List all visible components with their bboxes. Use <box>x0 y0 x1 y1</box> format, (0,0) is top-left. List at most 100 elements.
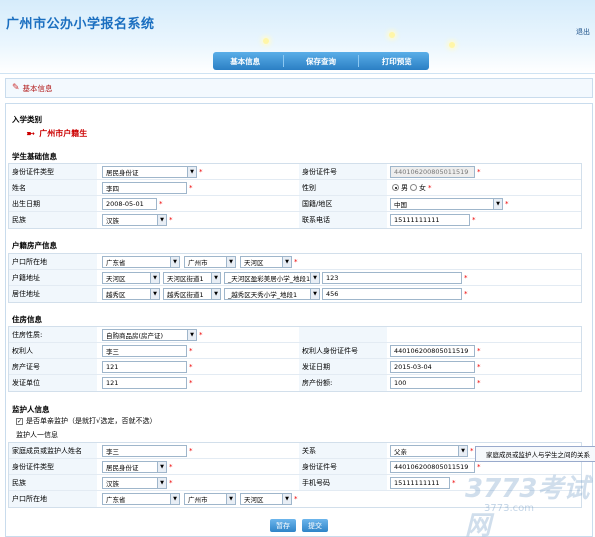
section-header: ✎ 基本信息 <box>5 78 593 98</box>
watermark-url: 3773.com <box>484 503 534 514</box>
hukou-loc-label: 户口所在地 <box>9 254 97 269</box>
guardian-district-select[interactable]: 天河区 ▼ <box>240 493 292 505</box>
guardian-province-select[interactable]: 广东省 ▼ <box>102 493 180 505</box>
share-field[interactable]: 100 <box>390 377 475 389</box>
mobile-field[interactable]: 15111111111 <box>390 476 450 489</box>
submit-button[interactable]: 提交 <box>302 519 328 532</box>
guardian-id-no-field[interactable]: 440106200805011519 <box>390 460 475 473</box>
guardian-name-label: 家庭成员或监护人姓名 <box>9 443 97 458</box>
addr-district-select[interactable]: 天河区 ▼ <box>102 271 160 284</box>
chevron-down-icon: ▼ <box>211 272 220 283</box>
id-type-select[interactable]: 居民身份证 ▼ <box>102 165 197 178</box>
required-mark: * <box>505 199 509 208</box>
required-mark: * <box>470 446 474 455</box>
name-field[interactable]: 李四 <box>102 181 187 194</box>
app-title: 广州市公办小学报名系统 <box>6 17 155 32</box>
relation-select[interactable]: 父亲 ▼ <box>390 444 468 457</box>
required-mark: * <box>452 478 456 487</box>
arrow-icon: ➼ <box>26 126 36 140</box>
district-select[interactable]: 天河区 ▼ <box>240 255 292 268</box>
required-mark: * <box>199 167 203 176</box>
required-mark: * <box>189 446 193 455</box>
main-nav: 基本信息 保存查询 打印预览 <box>213 52 429 70</box>
chevron-down-icon: ▼ <box>282 256 291 267</box>
nature-select[interactable]: 自购商品房(房产证) ▼ <box>102 328 197 341</box>
dob-field[interactable]: 2008-05-01 <box>102 197 157 210</box>
guardian-ethnic-label: 民族 <box>9 475 97 490</box>
res-no-field[interactable]: 456 <box>322 288 462 300</box>
gender-female-radio[interactable] <box>410 184 417 191</box>
city-select[interactable]: 广州市 ▼ <box>184 255 236 268</box>
guardian-ethnic-select[interactable]: 汉族 ▼ <box>102 476 167 489</box>
required-mark: * <box>189 183 193 192</box>
required-mark: * <box>477 167 481 176</box>
required-mark: * <box>189 379 193 387</box>
required-mark: * <box>477 379 481 387</box>
section-title: 基本信息 <box>22 83 53 93</box>
tab-save-query[interactable]: 保存查询 <box>306 56 336 67</box>
guardian-hukou-label: 户口所在地 <box>9 491 97 507</box>
chevron-down-icon: ▼ <box>493 198 502 209</box>
owner-label: 权利人 <box>9 343 97 358</box>
gender-female-label: 女 <box>419 183 426 192</box>
chevron-down-icon: ▼ <box>170 256 179 267</box>
owner-field[interactable]: 李三 <box>102 344 187 357</box>
tab-basic-info[interactable]: 基本信息 <box>230 56 260 67</box>
addr-detail-select[interactable]: _天河区盈彩美居小学_地段1 ▼ <box>224 271 320 284</box>
chevron-down-icon: ▼ <box>187 329 196 340</box>
save-draft-button[interactable]: 暂存 <box>270 519 296 532</box>
chevron-down-icon: ▼ <box>226 256 235 267</box>
cert-field[interactable]: 121 <box>102 360 187 373</box>
owner-id-field[interactable]: 440106200805011519 <box>390 344 475 357</box>
household-group-title: 户籍房产信息 <box>12 241 57 250</box>
chevron-down-icon: ▼ <box>226 494 235 504</box>
tab-print-preview[interactable]: 打印预览 <box>382 56 412 67</box>
household-group: 户口所在地 广东省 ▼ 广州市 ▼ 天河区 ▼ * 户籍地址 天河区 ▼ 天河区街道1 ▼… <box>8 253 582 303</box>
hukou-addr-label: 户籍地址 <box>9 270 97 285</box>
single-parent-label: 是否单亲监护（是就打√选定，否就不选） <box>26 417 157 425</box>
required-mark: * <box>189 362 193 371</box>
phone-field[interactable]: 15111111111 <box>390 214 470 226</box>
nation-select[interactable]: 中国 ▼ <box>390 197 503 210</box>
student-group: 身份证件类型 居民身份证 ▼ * 身份证件号 440106200805011519 *… <box>8 163 582 229</box>
province-select[interactable]: 广东省 ▼ <box>102 255 180 268</box>
chevron-down-icon: ▼ <box>157 215 166 225</box>
chevron-down-icon: ▼ <box>157 477 166 488</box>
gender-male-label: 男 <box>401 183 408 192</box>
light-icon <box>449 42 455 48</box>
cert-label: 房产证号 <box>9 359 97 374</box>
relation-tooltip: 家庭成员或监护人与学生之间的关系 <box>475 446 595 462</box>
chevron-down-icon: ▼ <box>282 494 291 504</box>
addr-no-field[interactable]: 123 <box>322 271 462 284</box>
issue-date-label: 发证日期 <box>299 359 387 374</box>
share-label: 房产份额: <box>299 375 387 391</box>
required-mark: * <box>189 346 193 355</box>
gender-male-radio[interactable] <box>392 184 399 191</box>
guardian-id-type-select[interactable]: 居民身份证 ▼ <box>102 460 167 473</box>
housing-group: 住房性质: 自购商品房(房产证) ▼ * 权利人 李三 * 权利人身份证件号 4401… <box>8 326 582 392</box>
guardian-group-title: 监护人信息 <box>12 405 50 414</box>
required-mark: * <box>477 362 481 371</box>
guardian-city-select[interactable]: 广州市 ▼ <box>184 493 236 505</box>
issuer-field[interactable]: 121 <box>102 377 187 389</box>
guardian-name-field[interactable]: 李三 <box>102 444 187 457</box>
chevron-down-icon: ▼ <box>211 289 220 299</box>
owner-id-label: 权利人身份证件号 <box>299 343 387 358</box>
id-no-field[interactable]: 440106200805011519 <box>390 165 475 178</box>
chevron-down-icon: ▼ <box>458 445 467 456</box>
addr-street-select[interactable]: 天河区街道1 ▼ <box>163 271 221 284</box>
single-parent-checkbox[interactable]: ✓ <box>16 417 23 425</box>
res-addr-label: 居住地址 <box>9 286 97 302</box>
mobile-label: 手机号码 <box>299 475 387 490</box>
required-mark: * <box>169 462 173 471</box>
required-mark: * <box>169 216 173 224</box>
res-street-select[interactable]: 越秀区街道1 ▼ <box>163 288 221 300</box>
res-detail-select[interactable]: _越秀区天秀小学_地段1 ▼ <box>224 288 320 300</box>
ethnic-label: 民族 <box>9 212 97 228</box>
logout-link[interactable]: 退出 <box>576 27 590 37</box>
res-district-select[interactable]: 越秀区 ▼ <box>102 288 160 300</box>
required-mark: * <box>169 478 173 487</box>
ethnic-select[interactable]: 汉族 ▼ <box>102 214 167 226</box>
enrollment-row: ➼ 广州市户籍生 <box>14 124 588 142</box>
issue-date-field[interactable]: 2015-03-04 <box>390 360 475 373</box>
